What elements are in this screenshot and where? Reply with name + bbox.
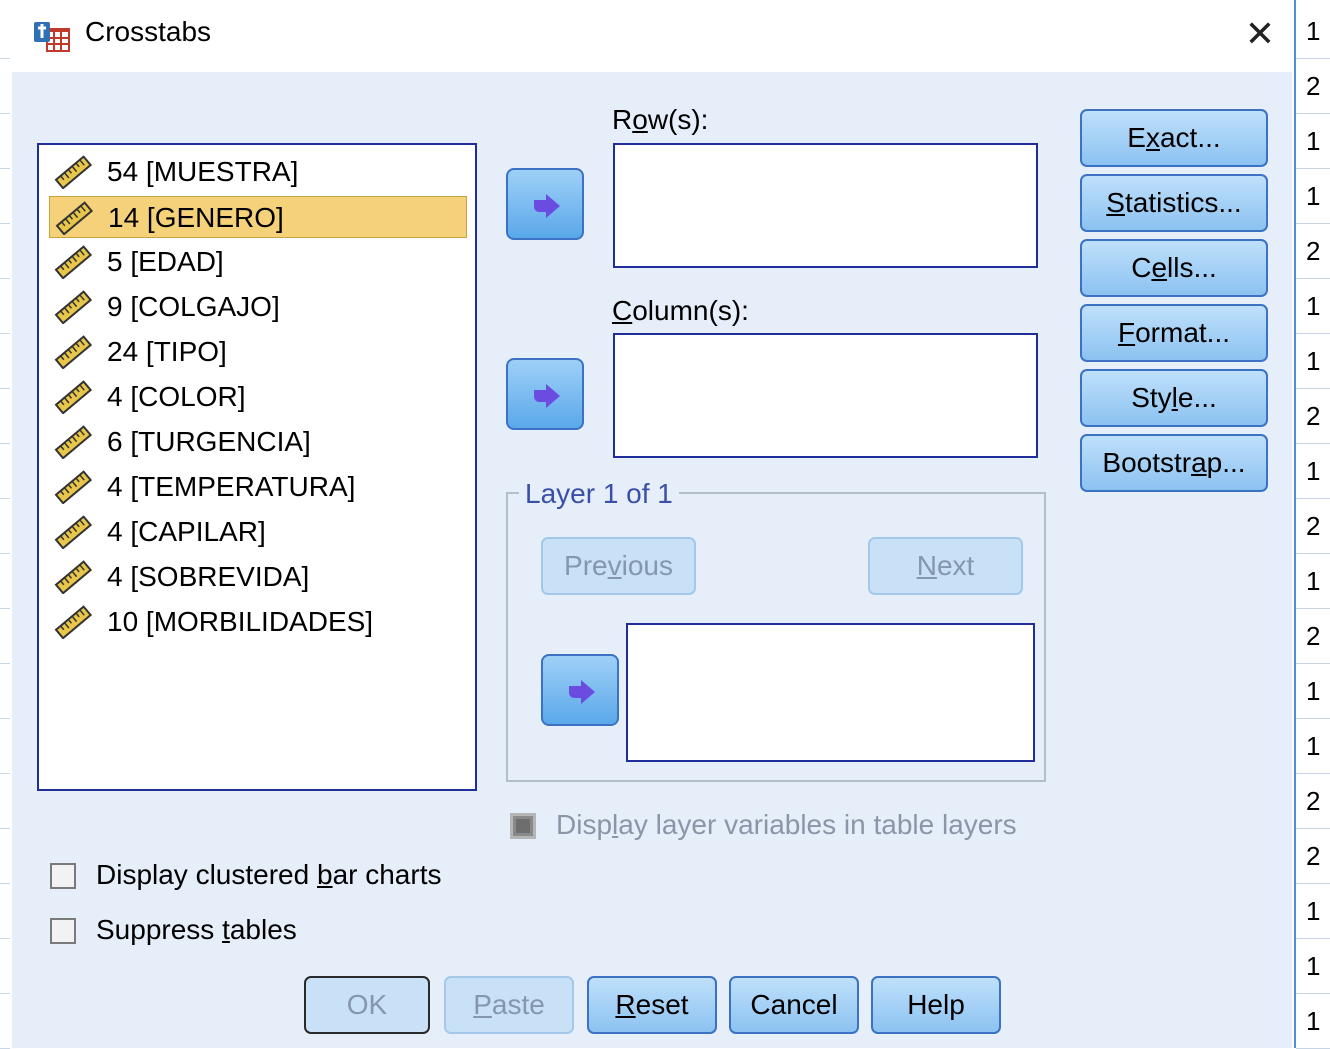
clustered-bar-charts-label: Display clustered bar charts — [96, 859, 442, 890]
scale-ruler-icon — [54, 560, 93, 594]
move-to-rows-button[interactable] — [506, 168, 584, 240]
variable-label: 4 [SOBREVIDA] — [107, 561, 310, 592]
scale-ruler-icon — [54, 470, 93, 504]
variable-label: 4 [TEMPERATURA] — [107, 471, 356, 502]
variable-item[interactable]: 4 [SOBREVIDA] — [49, 556, 467, 598]
background-cell: 2 — [1296, 829, 1330, 884]
variable-item[interactable]: 54 [MUESTRA] — [49, 151, 467, 193]
background-cell: 1 — [1296, 939, 1330, 994]
right-arrow-icon — [569, 680, 595, 704]
background-cell: 2 — [1296, 224, 1330, 279]
format-button[interactable]: Format... — [1080, 304, 1268, 362]
suppress-tables-checkbox[interactable] — [50, 918, 76, 944]
background-cell: 2 — [1296, 389, 1330, 444]
background-cell: 1 — [1296, 719, 1330, 774]
scale-ruler-icon — [54, 425, 93, 459]
right-arrow-icon — [534, 194, 560, 218]
close-icon: ✕ — [1244, 13, 1276, 54]
background-cell: 1 — [1296, 334, 1330, 389]
background-cell: 2 — [1296, 59, 1330, 114]
display-layer-variables-label: Display layer variables in table layers — [556, 809, 1017, 840]
variable-label: 14 [GENERO] — [108, 202, 284, 233]
next-layer-button[interactable]: Next — [868, 537, 1023, 595]
variable-label: 6 [TURGENCIA] — [107, 426, 311, 457]
background-cell: 2 — [1296, 609, 1330, 664]
dialog-title: Crosstabs — [85, 16, 212, 47]
cancel-button[interactable]: Cancel — [729, 976, 859, 1034]
style-button[interactable]: Style... — [1080, 369, 1268, 427]
display-layer-variables-checkbox — [510, 813, 536, 839]
scale-ruler-icon — [54, 155, 93, 189]
columns-target-list[interactable] — [613, 333, 1038, 458]
variable-label: 9 [COLGAJO] — [107, 291, 280, 322]
move-to-columns-button[interactable] — [506, 358, 584, 430]
variable-item[interactable]: 5 [EDAD] — [49, 241, 467, 283]
background-cell: 1 — [1296, 884, 1330, 939]
scale-ruler-icon — [54, 515, 93, 549]
variable-label: 4 [CAPILAR] — [107, 516, 266, 547]
background-cell: 1 — [1296, 169, 1330, 224]
layer-target-list[interactable] — [626, 623, 1035, 762]
variable-item[interactable]: 4 [COLOR] — [49, 376, 467, 418]
paste-button[interactable]: Paste — [444, 976, 574, 1034]
rows-label: Row(s): — [612, 104, 709, 135]
background-cell: 1 — [1296, 994, 1330, 1049]
ok-button[interactable]: OK — [304, 976, 430, 1034]
reset-button[interactable]: Reset — [587, 976, 717, 1034]
scale-ruler-icon — [55, 201, 94, 235]
scale-ruler-icon — [54, 290, 93, 324]
scale-ruler-icon — [54, 245, 93, 279]
scale-ruler-icon — [54, 335, 93, 369]
move-to-layer-button[interactable] — [541, 654, 619, 726]
variable-label: 10 [MORBILIDADES] — [107, 606, 374, 637]
scale-ruler-icon — [54, 605, 93, 639]
variable-label: 54 [MUESTRA] — [107, 156, 299, 187]
previous-layer-button[interactable]: Previous — [541, 537, 696, 595]
background-cell: 2 — [1296, 774, 1330, 829]
title-bar: Crosstabs ✕ — [12, 0, 1292, 72]
variable-item[interactable]: 4 [TEMPERATURA] — [49, 466, 467, 508]
background-data-grid-right: 1211211212121122111 — [1294, 0, 1330, 1049]
columns-label: Column(s): — [612, 295, 749, 326]
exact-button[interactable]: Exact... — [1080, 109, 1268, 167]
source-variable-list[interactable]: 54 [MUESTRA] 14 [GENERO] 5 [EDAD] 9 [COLGAJ… — [37, 143, 477, 791]
variable-label: 24 [TIPO] — [107, 336, 227, 367]
variable-item[interactable]: 24 [TIPO] — [49, 331, 467, 373]
statistics-button[interactable]: Statistics... — [1080, 174, 1268, 232]
background-cell: 2 — [1296, 499, 1330, 554]
crosstabs-app-icon — [34, 22, 70, 52]
suppress-tables-label: Suppress tables — [96, 914, 297, 945]
variable-item[interactable]: 6 [TURGENCIA] — [49, 421, 467, 463]
cells-button[interactable]: Cells... — [1080, 239, 1268, 297]
clustered-bar-charts-checkbox[interactable] — [50, 863, 76, 889]
variable-item[interactable]: 9 [COLGAJO] — [49, 286, 467, 328]
background-cell: 1 — [1296, 114, 1330, 169]
variable-label: 5 [EDAD] — [107, 246, 224, 277]
variable-label: 4 [COLOR] — [107, 381, 246, 412]
variable-item[interactable]: 14 [GENERO] — [49, 196, 467, 238]
variable-item[interactable]: 4 [CAPILAR] — [49, 511, 467, 553]
bootstrap-button[interactable]: Bootstrap... — [1080, 434, 1268, 492]
background-cell: 1 — [1296, 4, 1330, 59]
variable-item[interactable]: 10 [MORBILIDADES] — [49, 601, 467, 643]
layer-caption: Layer 1 of 1 — [519, 478, 679, 510]
close-button[interactable]: ✕ — [1232, 8, 1288, 60]
background-cell: 1 — [1296, 444, 1330, 499]
background-cell: 1 — [1296, 279, 1330, 334]
background-cell: 1 — [1296, 554, 1330, 609]
help-button[interactable]: Help — [871, 976, 1001, 1034]
rows-target-list[interactable] — [613, 143, 1038, 268]
scale-ruler-icon — [54, 380, 93, 414]
right-arrow-icon — [534, 384, 560, 408]
background-cell: 1 — [1296, 664, 1330, 719]
crosstabs-dialog: Crosstabs ✕ 54 [MUESTRA] 14 [GENERO] 5 [ED… — [12, 0, 1292, 1048]
